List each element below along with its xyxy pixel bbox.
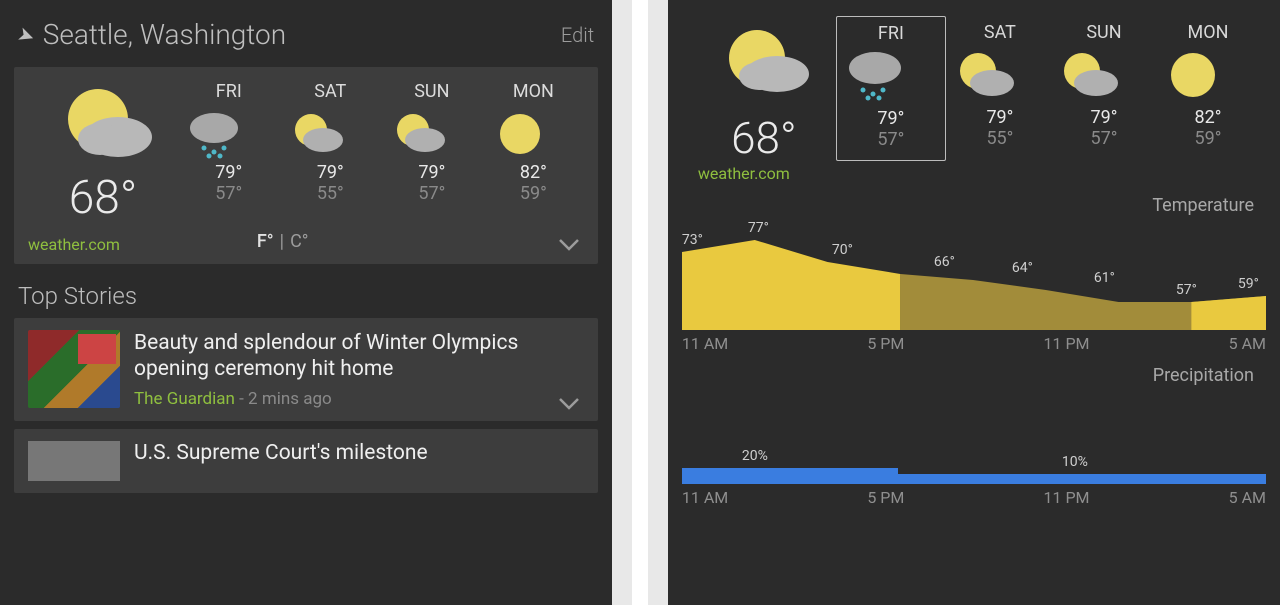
weather-card[interactable]: 68° FRI 79° 57° SAT 79° 55°	[14, 67, 598, 264]
forecast-day-sun[interactable]: SUN 79° 57°	[387, 81, 477, 204]
forecast-day-sat[interactable]: SAT 79° 55°	[285, 81, 375, 204]
story-card-2[interactable]: U.S. Supreme Court's milestone	[14, 429, 598, 493]
top-stories-heading: Top Stories	[18, 282, 594, 310]
forecast-day-mon[interactable]: MON 82° 59°	[488, 81, 578, 204]
rain-icon	[841, 48, 941, 104]
story-thumbnail	[28, 441, 120, 481]
forecast-day-mon[interactable]: MON 82° 59°	[1158, 22, 1258, 149]
current-weather: 68°	[694, 22, 834, 164]
story-card-1[interactable]: Beauty and splendour of Winter Olympics …	[14, 318, 598, 421]
sun-icon	[1158, 47, 1258, 103]
current-temp: 68°	[731, 112, 796, 164]
partly-cloudy-icon	[285, 108, 375, 160]
location-text: Seattle, Washington	[43, 18, 286, 51]
weather-source-link[interactable]: weather.com	[698, 164, 790, 183]
partly-cloudy-icon	[1054, 47, 1154, 103]
temp-point-66: 66°	[934, 254, 955, 330]
temp-point-57: 57°	[1176, 282, 1197, 330]
screen-right-weather-detail: 68° FRI 79° 57° SAT 79° 55° SUN	[668, 0, 1280, 605]
partly-cloudy-icon	[709, 22, 819, 102]
precip-val-10: 10%	[1062, 454, 1088, 470]
screen-left-news-weather: ➤ Seattle, Washington Edit 68° FRI 79°	[0, 0, 612, 605]
unit-f[interactable]: F°	[257, 231, 274, 252]
precip-bar-2	[898, 474, 1266, 484]
temperature-hours: 11 AM 5 PM 11 PM 5 AM	[682, 334, 1266, 353]
edit-button[interactable]: Edit	[561, 23, 594, 47]
current-weather: 68°	[28, 81, 178, 225]
unit-toggle[interactable]: F° | C°	[257, 231, 309, 252]
temp-point-61: 61°	[1094, 270, 1115, 330]
chevron-down-icon[interactable]	[558, 397, 580, 411]
temp-point-59: 59°	[1238, 276, 1259, 330]
story-thumbnail	[28, 330, 120, 408]
partly-cloudy-icon	[950, 47, 1050, 103]
forecast-day-sun[interactable]: SUN 79° 57°	[1054, 22, 1154, 149]
partly-cloudy-icon	[387, 108, 477, 160]
forecast-day-sat[interactable]: SAT 79° 55°	[950, 22, 1050, 149]
precipitation-chart: 20% 10%	[682, 414, 1266, 484]
temp-point-73: 73°	[682, 232, 703, 330]
forecast-row: FRI 79° 57° SAT 79° 55° SUN 79° 57°	[834, 22, 1260, 164]
temperature-label: Temperature	[668, 195, 1254, 216]
precipitation-label: Precipitation	[668, 365, 1254, 386]
temp-point-70: 70°	[832, 242, 853, 330]
forecast-row: FRI 79° 57° SAT 79° 55° SUN 79°	[178, 81, 584, 204]
location-icon: ➤	[14, 20, 38, 48]
rain-icon	[184, 108, 274, 160]
precip-bar-1	[682, 468, 898, 484]
temperature-chart: 73° 77° 70° 66° 64° 61° 57° 59°	[682, 222, 1266, 330]
sun-icon	[488, 108, 578, 160]
temp-point-77: 77°	[748, 220, 769, 330]
forecast-day-fri[interactable]: FRI 79° 57°	[184, 81, 274, 204]
temp-point-64: 64°	[1012, 260, 1033, 330]
chevron-down-icon[interactable]	[558, 238, 580, 252]
precipitation-hours: 11 AM 5 PM 11 PM 5 AM	[682, 488, 1266, 507]
story-title: U.S. Supreme Court's milestone	[134, 441, 428, 481]
unit-c[interactable]: C°	[290, 231, 308, 252]
partly-cloudy-icon	[48, 81, 158, 165]
precip-val-20: 20%	[742, 448, 768, 464]
location-row: ➤ Seattle, Washington Edit	[0, 0, 612, 59]
story-title: Beauty and splendour of Winter Olympics …	[134, 330, 584, 383]
story-meta: The Guardian - 2 mins ago	[134, 389, 584, 409]
forecast-day-fri-selected[interactable]: FRI 79° 57°	[836, 16, 946, 161]
current-temp: 68°	[69, 171, 137, 225]
